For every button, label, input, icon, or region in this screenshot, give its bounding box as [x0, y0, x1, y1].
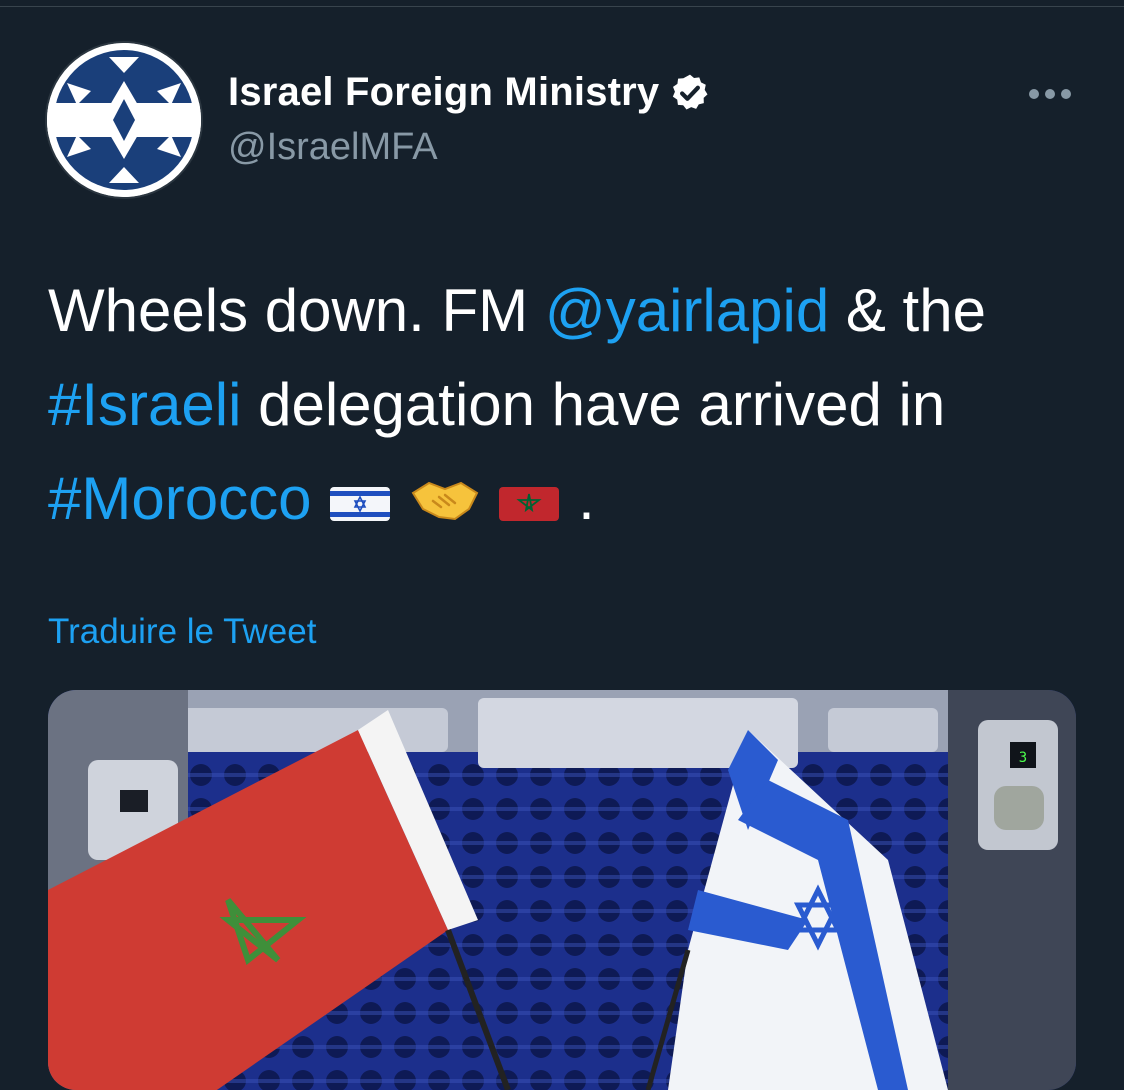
israel-flag-icon — [330, 487, 391, 521]
tweet-text-part1: Wheels down. FM — [48, 277, 545, 344]
translate-tweet-link[interactable]: Traduire le Tweet — [48, 612, 316, 652]
more-options-icon[interactable] — [1022, 78, 1078, 110]
tweet-text-part3: delegation have arrived in — [241, 371, 946, 438]
mention-link[interactable]: @yairlapid — [545, 277, 829, 344]
author-handle[interactable]: @IsraelMFA — [228, 126, 438, 169]
tweet-text-part2: & the — [829, 277, 986, 344]
hashtag-morocco-link[interactable]: #Morocco — [48, 465, 311, 532]
seat-display-number: 3 — [1019, 750, 1027, 766]
author-display-name[interactable]: Israel Foreign Ministry — [228, 70, 659, 115]
tweet-text: Wheels down. FM @yairlapid & the #Israel… — [48, 264, 1088, 546]
handshake-icon — [411, 481, 479, 521]
morocco-flag-icon — [499, 487, 560, 521]
top-divider — [0, 6, 1124, 7]
mfa-logo-icon — [47, 43, 201, 197]
tweet-photo[interactable]: 3 — [48, 690, 1076, 1090]
avatar[interactable] — [47, 43, 201, 197]
hashtag-israeli-link[interactable]: #Israeli — [48, 371, 241, 438]
author-name[interactable]: Israel Foreign Ministry — [228, 70, 711, 115]
tweet-text-end: . — [578, 465, 595, 532]
photo-flags-in-cabin: 3 — [48, 690, 1076, 1090]
verified-badge-icon — [673, 74, 708, 109]
